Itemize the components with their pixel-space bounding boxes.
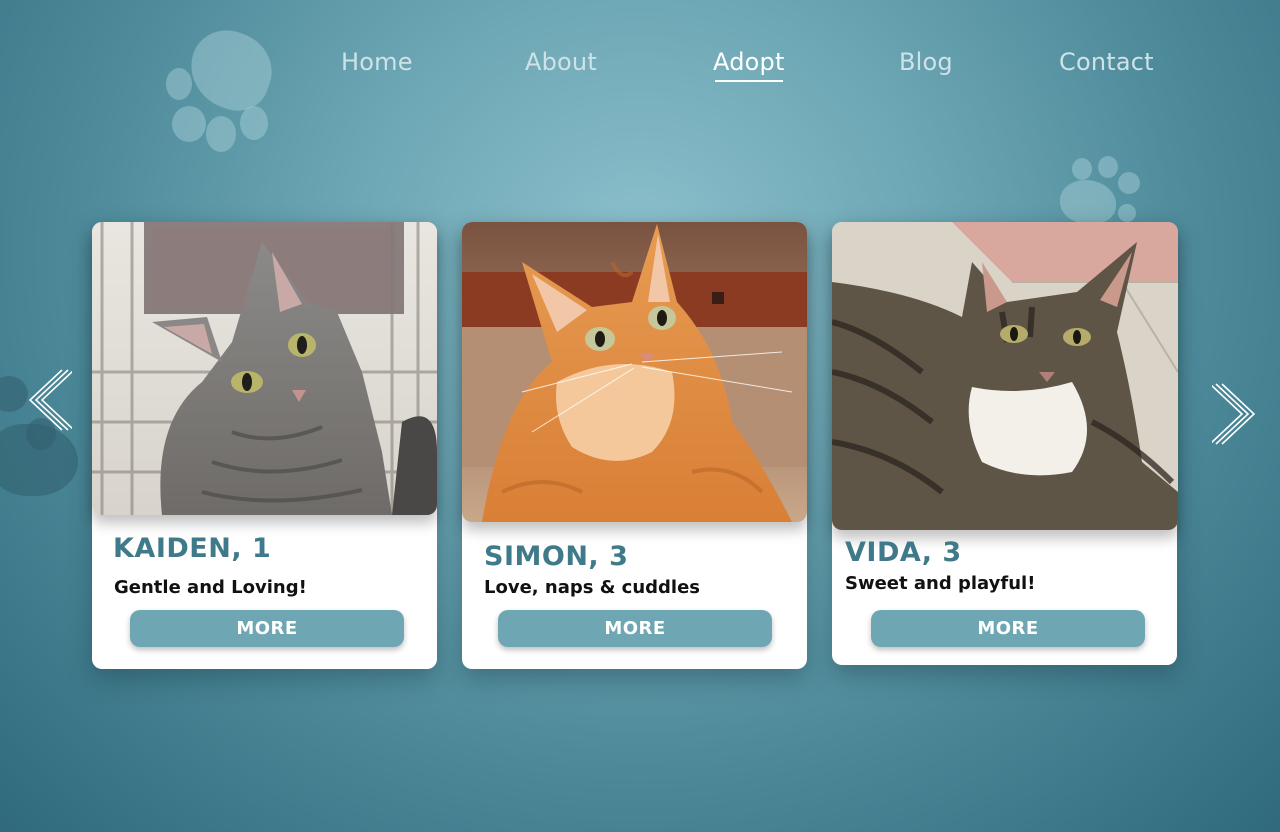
pet-card-kaiden: KAIDEN, 1 Gentle and Loving! MORE [92, 222, 437, 669]
carousel-next-button[interactable] [1209, 382, 1256, 446]
brown-tabby-white-cat-photo [832, 222, 1178, 530]
nav-link-adopt[interactable]: Adopt [713, 48, 785, 82]
more-button-kaiden[interactable]: MORE [130, 610, 404, 647]
nav-link-about[interactable]: About [525, 48, 597, 76]
more-button-vida[interactable]: MORE [871, 610, 1145, 647]
nav-link-blog[interactable]: Blog [899, 48, 953, 76]
nav-link-contact[interactable]: Contact [1059, 48, 1154, 76]
pet-card-vida: VIDA, 3 Sweet and playful! MORE [832, 222, 1178, 665]
pet-name: KAIDEN, 1 [113, 533, 272, 564]
pet-description: Sweet and playful! [845, 573, 1036, 594]
orange-tabby-cat-photo [462, 222, 807, 522]
pet-description: Love, naps & cuddles [484, 577, 701, 598]
double-chevron-left-icon [28, 369, 75, 431]
carousel-prev-button[interactable] [28, 368, 75, 432]
nav-link-home[interactable]: Home [341, 48, 413, 76]
pet-description: Gentle and Loving! [114, 577, 307, 598]
more-button-simon[interactable]: MORE [498, 610, 772, 647]
pet-name: VIDA, 3 [845, 537, 962, 568]
pet-card-simon: SIMON, 3 Love, naps & cuddles MORE [462, 222, 807, 669]
pet-name: SIMON, 3 [484, 541, 629, 572]
gray-tabby-cat-photo [92, 222, 437, 515]
paw-print-decoration-top-right [1056, 154, 1146, 224]
main-navigation: Home About Adopt Blog Contact [0, 48, 1280, 88]
double-chevron-right-icon [1209, 383, 1256, 445]
